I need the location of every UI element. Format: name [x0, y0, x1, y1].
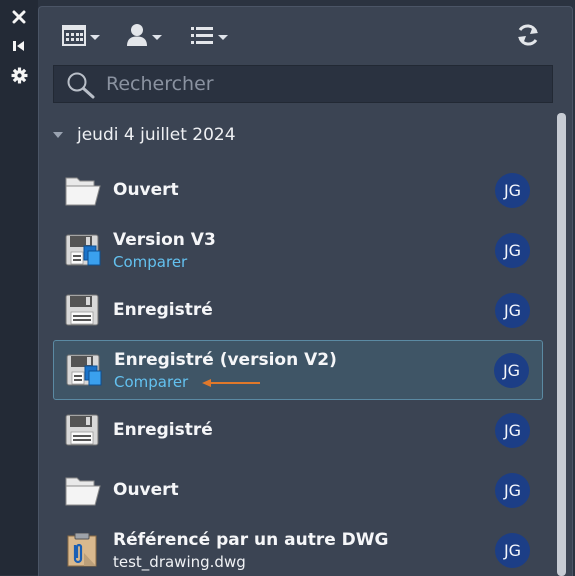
user-icon [126, 23, 148, 51]
save-icon [64, 413, 102, 447]
list-view-button[interactable] [190, 23, 228, 51]
search-icon [66, 71, 96, 103]
date-group-label: jeudi 4 juillet 2024 [77, 125, 236, 145]
chevron-down-icon [218, 34, 228, 40]
save-version-icon [64, 233, 102, 267]
avatar: JG [495, 533, 530, 568]
history-entry-selected[interactable]: Enregistré (version V2) Comparer JG [53, 340, 543, 400]
entry-subtitle: test_drawing.dwg [113, 553, 246, 571]
refresh-button[interactable] [515, 23, 541, 51]
entry-title: Enregistré (version V2) [114, 350, 337, 370]
compare-link[interactable]: Comparer [114, 373, 188, 391]
collapse-triangle-icon [53, 132, 63, 138]
avatar: JG [495, 173, 530, 208]
search-box [53, 65, 553, 103]
list-icon [190, 25, 214, 49]
history-entry[interactable]: Ouvert JG [53, 461, 543, 519]
folder-open-icon [64, 173, 102, 207]
close-icon[interactable] [9, 7, 29, 27]
entry-title: Référencé par un autre DWG [113, 530, 389, 550]
calendar-icon [62, 24, 86, 50]
toolbar [39, 7, 572, 65]
history-entry[interactable]: Version V3 Comparer JG [53, 221, 543, 279]
date-filter-button[interactable] [62, 23, 100, 51]
date-group-header[interactable]: jeudi 4 juillet 2024 [53, 121, 236, 149]
avatar: JG [494, 353, 529, 388]
avatar: JG [495, 473, 530, 508]
history-panel: jeudi 4 juillet 2024 Ouvert JG Version V… [38, 6, 573, 576]
refresh-icon [515, 23, 541, 51]
entry-title: Enregistré [113, 420, 213, 440]
chevron-down-icon [90, 34, 100, 40]
history-entry[interactable]: Ouvert JG [53, 161, 543, 219]
chevron-down-icon [152, 34, 162, 40]
scrollbar[interactable] [557, 113, 566, 576]
history-list: jeudi 4 juillet 2024 Ouvert JG Version V… [39, 113, 544, 576]
entry-title: Ouvert [113, 180, 179, 200]
entry-title: Ouvert [113, 480, 179, 500]
entry-title: Version V3 [113, 230, 216, 250]
settings-icon[interactable] [9, 65, 29, 85]
entry-title: Enregistré [113, 300, 213, 320]
save-version-icon [65, 353, 103, 387]
search-input[interactable] [106, 66, 536, 102]
history-entry[interactable]: Enregistré JG [53, 281, 543, 339]
avatar: JG [495, 413, 530, 448]
avatar: JG [495, 293, 530, 328]
save-icon [64, 293, 102, 327]
compare-link[interactable]: Comparer [113, 253, 187, 271]
annotation-arrow-icon [202, 379, 260, 387]
history-entry[interactable]: Référencé par un autre DWG test_drawing.… [53, 521, 543, 576]
avatar: JG [495, 233, 530, 268]
history-entry[interactable]: Enregistré JG [53, 401, 543, 459]
clipboard-reference-icon [64, 533, 102, 567]
folder-open-icon [64, 473, 102, 507]
user-filter-button[interactable] [126, 23, 162, 51]
side-tool-strip [0, 0, 38, 575]
collapse-icon[interactable] [9, 36, 29, 56]
